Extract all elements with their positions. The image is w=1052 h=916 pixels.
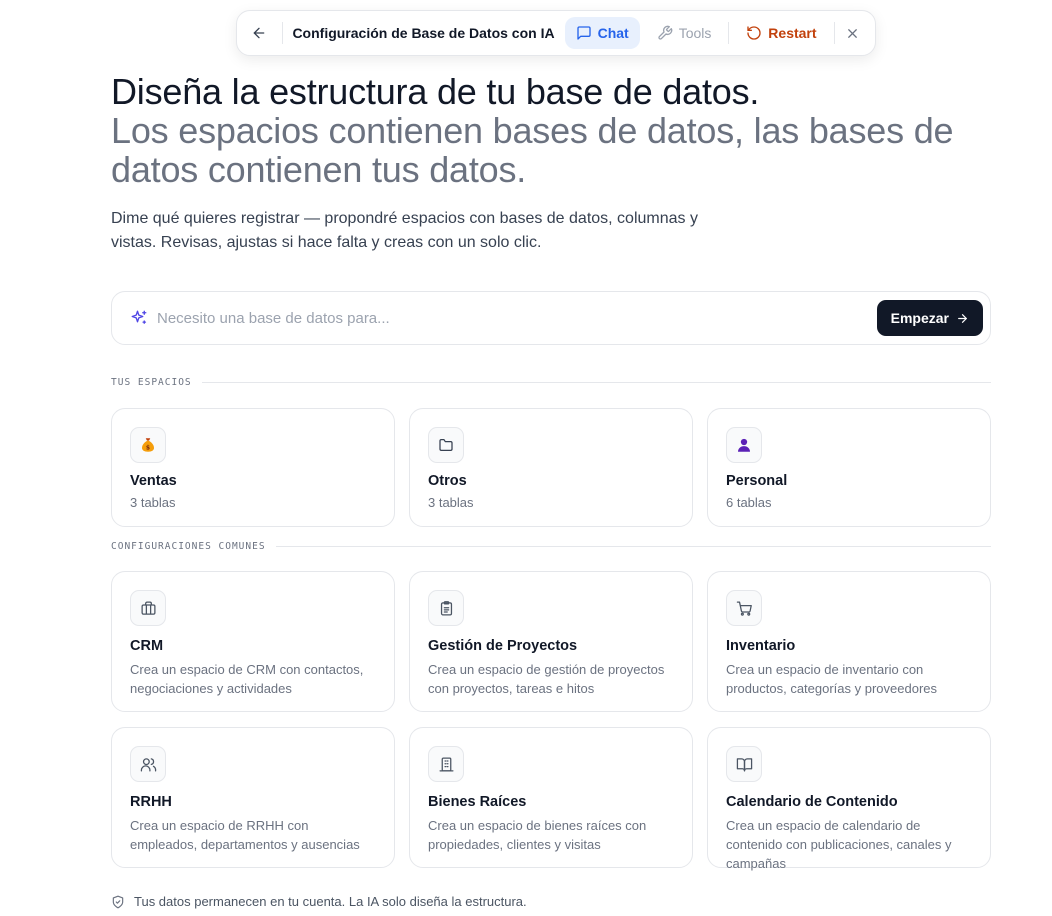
template-title: Bienes Raíces bbox=[428, 794, 527, 810]
tools-tab-label: Tools bbox=[678, 25, 712, 41]
money-bag-icon: $ bbox=[130, 427, 166, 463]
template-card-crm[interactable]: CRM Crea un espacio de CRM con contactos… bbox=[111, 571, 395, 712]
prompt-input[interactable] bbox=[157, 309, 877, 327]
space-card-ventas[interactable]: $ Ventas 3 tablas bbox=[111, 408, 395, 527]
folder-icon bbox=[428, 427, 464, 463]
template-title: Calendario de Contenido bbox=[726, 794, 898, 810]
space-title: Ventas bbox=[130, 473, 177, 489]
clipboard-icon bbox=[428, 590, 464, 626]
page-subtitle: Los espacios contienen bases de datos, l… bbox=[111, 110, 954, 190]
space-title: Personal bbox=[726, 473, 788, 489]
hero: Diseña la estructura de tu base de datos… bbox=[111, 72, 1011, 255]
template-title: RRHH bbox=[130, 794, 172, 810]
close-button[interactable] bbox=[838, 17, 867, 49]
sparkles-icon bbox=[131, 310, 147, 324]
users-icon bbox=[130, 746, 166, 782]
space-title: Otros bbox=[428, 473, 467, 489]
restart-label: Restart bbox=[768, 25, 817, 41]
spaces-section-label: TUS ESPACIOS bbox=[111, 377, 991, 388]
template-card-proyectos[interactable]: Gestión de Proyectos Crea un espacio de … bbox=[409, 571, 693, 712]
restart-button[interactable]: Restart bbox=[735, 17, 827, 49]
back-button[interactable] bbox=[245, 17, 274, 49]
template-description: Crea un espacio de gestión de proyectos … bbox=[428, 662, 665, 696]
building-icon bbox=[428, 746, 464, 782]
chat-tab-label: Chat bbox=[597, 25, 629, 41]
template-description: Crea un espacio de bienes raíces con pro… bbox=[428, 818, 647, 852]
start-button-label: Empezar bbox=[890, 310, 949, 326]
divider bbox=[728, 22, 730, 44]
template-card-inventario[interactable]: Inventario Crea un espacio de inventario… bbox=[707, 571, 991, 712]
divider bbox=[201, 382, 991, 383]
space-table-count: 3 tablas bbox=[130, 495, 176, 510]
templates-label: CONFIGURACIONES COMUNES bbox=[111, 541, 266, 552]
divider bbox=[833, 22, 835, 44]
arrow-right-icon bbox=[958, 313, 967, 323]
template-description: Crea un espacio de inventario con produc… bbox=[726, 662, 938, 696]
toolbar-title: Configuración de Base de Datos con IA bbox=[292, 25, 555, 41]
template-title: Inventario bbox=[726, 638, 796, 654]
divider bbox=[281, 22, 283, 44]
person-icon bbox=[726, 427, 762, 463]
templates-section-label: CONFIGURACIONES COMUNES bbox=[111, 541, 991, 552]
cart-icon bbox=[726, 590, 762, 626]
template-card-calendario[interactable]: Calendario de Contenido Crea un espacio … bbox=[707, 727, 991, 871]
page-description: Dime qué quieres registrar — propondré e… bbox=[111, 210, 698, 251]
svg-text:$: $ bbox=[146, 445, 150, 452]
arrow-left-icon bbox=[253, 27, 265, 39]
space-table-count: 3 tablas bbox=[428, 495, 474, 510]
close-icon bbox=[848, 28, 858, 38]
page-title: Diseña la estructura de tu base de datos… bbox=[111, 71, 760, 112]
chat-bubble-icon bbox=[576, 26, 591, 40]
tools-tab[interactable]: Tools bbox=[646, 17, 723, 49]
shield-check-icon bbox=[112, 895, 124, 908]
rotate-ccw-icon bbox=[747, 26, 761, 40]
prompt-box: Empezar bbox=[111, 291, 991, 345]
template-description: Crea un espacio de CRM con contactos, ne… bbox=[130, 662, 364, 696]
chat-tab[interactable]: Chat bbox=[564, 17, 640, 49]
privacy-text: Tus datos permanecen en tu cuenta. La IA… bbox=[134, 894, 527, 909]
start-button[interactable]: Empezar bbox=[876, 300, 983, 336]
divider bbox=[275, 546, 991, 547]
space-card-personal[interactable]: Personal 6 tablas bbox=[707, 408, 991, 527]
space-table-count: 6 tablas bbox=[726, 495, 772, 510]
template-card-rrhh[interactable]: RRHH Crea un espacio de RRHH con emplead… bbox=[111, 727, 395, 868]
privacy-note: Tus datos permanecen en tu cuenta. La IA… bbox=[111, 894, 527, 909]
book-icon bbox=[726, 746, 762, 782]
template-description: Crea un espacio de RRHH con empleados, d… bbox=[130, 818, 360, 852]
template-description: Crea un espacio de calendario de conteni… bbox=[726, 818, 952, 871]
top-toolbar: Configuración de Base de Datos con IA Ch… bbox=[236, 10, 876, 56]
spaces-label: TUS ESPACIOS bbox=[111, 377, 192, 388]
template-title: CRM bbox=[130, 638, 164, 654]
template-card-bienes-raices[interactable]: Bienes Raíces Crea un espacio de bienes … bbox=[409, 727, 693, 868]
space-card-otros[interactable]: Otros 3 tablas bbox=[409, 408, 693, 527]
template-title: Gestión de Proyectos bbox=[428, 638, 578, 654]
wrench-icon bbox=[658, 25, 673, 40]
briefcase-icon bbox=[130, 590, 166, 626]
